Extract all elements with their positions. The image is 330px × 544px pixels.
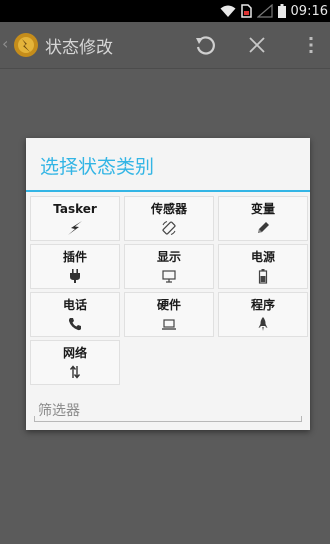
- laptop-icon: [162, 319, 176, 330]
- undo-button[interactable]: [190, 30, 220, 60]
- dialog-title: 选择状态类别: [40, 156, 155, 178]
- select-state-category-dialog: 选择状态类别 Tasker 传感器 变量 插件 显示 电源 电话 硬件 程序 网…: [26, 138, 310, 430]
- back-chevron-icon[interactable]: ‹: [2, 34, 8, 53]
- signal-icon: [256, 4, 273, 18]
- wifi-icon: [220, 5, 236, 17]
- category-label: 电话: [62, 298, 87, 312]
- category-label: 硬件: [156, 298, 181, 312]
- tasker-app-icon[interactable]: [12, 31, 40, 59]
- category-label: 网络: [62, 346, 87, 360]
- category-label: 插件: [62, 250, 87, 264]
- dialog-title-divider: [26, 190, 310, 192]
- filter-input[interactable]: 筛选器: [38, 400, 80, 420]
- category-power[interactable]: 电源: [218, 244, 308, 289]
- action-bar: ‹ 状态修改: [0, 22, 330, 69]
- category-sensor[interactable]: 传感器: [124, 196, 214, 241]
- category-label: 显示: [156, 250, 181, 264]
- category-label: 变量: [250, 202, 275, 216]
- sim-icon: [240, 4, 252, 18]
- undo-icon: [196, 36, 215, 55]
- transfer-arrows-icon: [69, 365, 81, 379]
- category-phone[interactable]: 电话: [30, 292, 120, 337]
- category-network[interactable]: 网络: [30, 340, 120, 385]
- category-label: 传感器: [150, 202, 187, 216]
- rotate-icon: [162, 221, 176, 235]
- status-bar: 09:16: [0, 0, 330, 22]
- battery-icon: [277, 4, 286, 18]
- phone-icon: [68, 318, 81, 331]
- category-label: Tasker: [53, 202, 97, 216]
- status-icons: 09:16: [220, 0, 328, 22]
- category-variable[interactable]: 变量: [218, 196, 308, 241]
- category-hardware[interactable]: 硬件: [124, 292, 214, 337]
- category-label: 程序: [250, 298, 275, 312]
- close-button[interactable]: [242, 30, 272, 60]
- pencil-icon: [258, 222, 269, 233]
- overflow-menu-button[interactable]: [296, 30, 326, 60]
- category-tasker[interactable]: Tasker: [30, 196, 120, 241]
- page-title: 状态修改: [45, 38, 113, 58]
- category-label: 电源: [250, 250, 275, 264]
- category-plugin[interactable]: 插件: [30, 244, 120, 289]
- battery-icon: [258, 269, 268, 284]
- filter-input-underline: [34, 416, 302, 422]
- lightning-icon: [68, 221, 82, 235]
- category-display[interactable]: 显示: [124, 244, 214, 289]
- close-icon: [249, 37, 265, 53]
- plug-icon: [70, 269, 80, 283]
- status-time: 09:16: [290, 3, 328, 19]
- rocket-icon: [258, 317, 268, 331]
- monitor-icon: [162, 270, 176, 283]
- category-app[interactable]: 程序: [218, 292, 308, 337]
- overflow-menu-icon: [309, 37, 313, 53]
